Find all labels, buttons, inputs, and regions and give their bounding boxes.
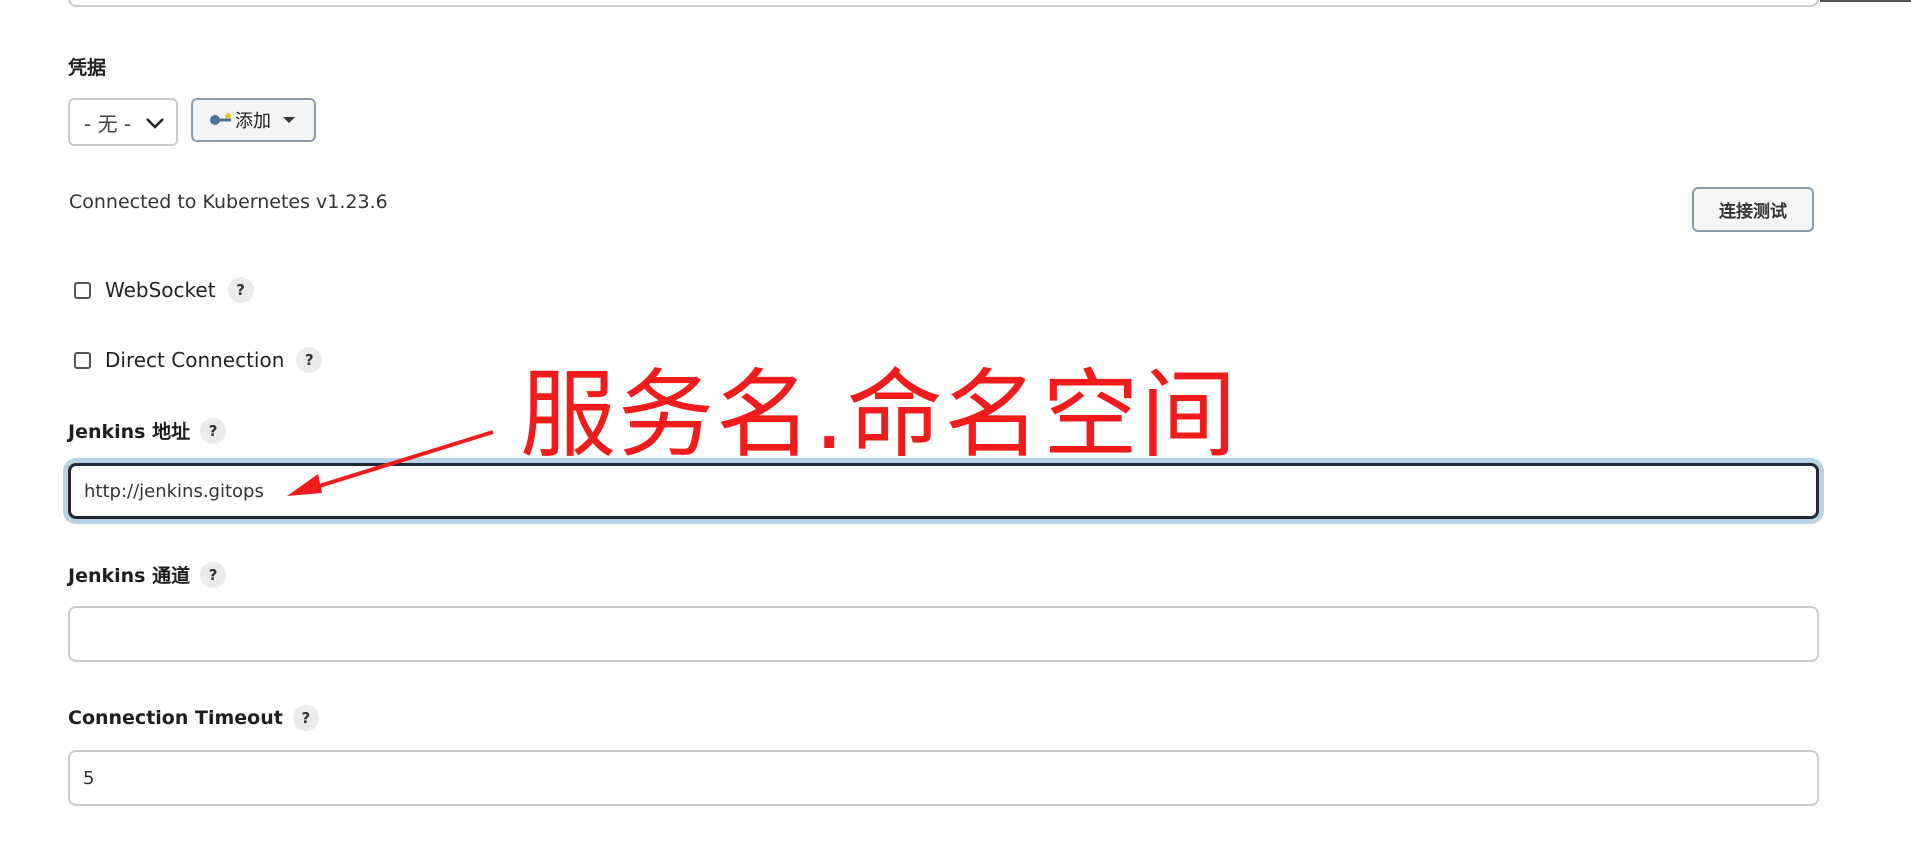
add-button-label: 添加: [235, 111, 271, 132]
connection-timeout-label-text: Connection Timeout: [68, 707, 283, 729]
direct-connection-help-icon[interactable]: ?: [296, 347, 323, 373]
connection-status: Connected to Kubernetes v1.23.6: [69, 191, 388, 213]
direct-connection-checkbox[interactable]: [74, 351, 91, 369]
caret-down-icon: [283, 117, 295, 123]
chevron-down-icon: [146, 118, 164, 129]
jenkins-tunnel-label: Jenkins 通道 ?: [68, 561, 227, 588]
direct-connection-option: Direct Connection ?: [74, 347, 323, 373]
jenkins-tunnel-help-icon[interactable]: ?: [200, 561, 227, 588]
jenkins-tunnel-label-text: Jenkins 通道: [68, 565, 191, 587]
websocket-checkbox[interactable]: [74, 281, 91, 299]
top-divider: [1820, 0, 1911, 2]
jenkins-kubernetes-cloud-config: 凭据 - 无 - 添加 Connected to Kubernetes v1.2…: [0, 0, 1911, 843]
previous-input-field[interactable]: [68, 0, 1819, 7]
jenkins-url-input[interactable]: http://jenkins.gitops: [68, 463, 1819, 519]
key-icon: [210, 113, 231, 125]
jenkins-tunnel-input[interactable]: [68, 606, 1819, 662]
credentials-select[interactable]: - 无 -: [68, 98, 178, 146]
credentials-label: 凭据: [68, 53, 106, 80]
connection-timeout-label: Connection Timeout ?: [68, 705, 319, 731]
test-connection-button[interactable]: 连接测试: [1692, 187, 1814, 232]
websocket-help-icon[interactable]: ?: [227, 277, 254, 303]
credentials-select-value: - 无 -: [84, 111, 132, 136]
connection-timeout-value: 5: [83, 767, 95, 789]
jenkins-url-value: http://jenkins.gitops: [84, 480, 264, 502]
jenkins-url-label: Jenkins 地址 ?: [68, 417, 227, 444]
annotation-text: 服务名.命名空间: [520, 359, 1239, 471]
jenkins-url-label-text: Jenkins 地址: [68, 421, 191, 443]
websocket-label: WebSocket: [105, 278, 216, 302]
credentials-label-text: 凭据: [68, 57, 107, 79]
jenkins-url-help-icon[interactable]: ?: [200, 417, 227, 444]
websocket-option: WebSocket ?: [74, 277, 254, 303]
connection-timeout-input[interactable]: 5: [68, 750, 1819, 806]
direct-connection-label: Direct Connection: [105, 348, 285, 372]
connection-timeout-help-icon[interactable]: ?: [292, 705, 319, 731]
add-credentials-button[interactable]: 添加: [191, 98, 316, 142]
